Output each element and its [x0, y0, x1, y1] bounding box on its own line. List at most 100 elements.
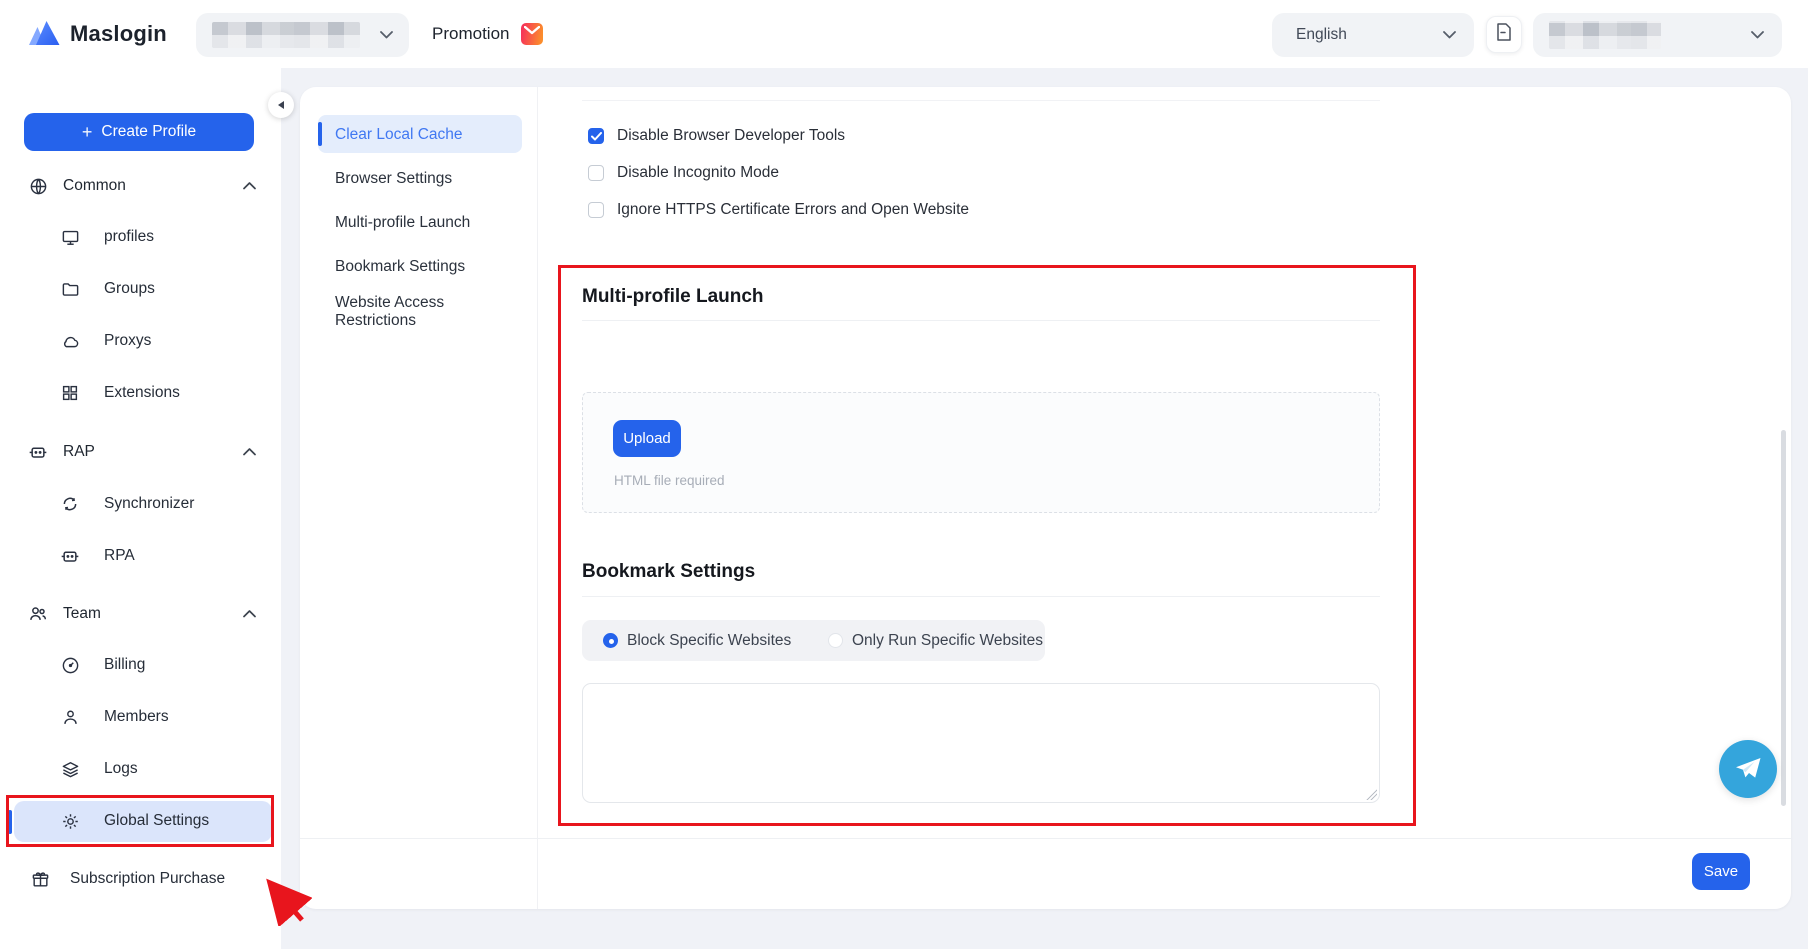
checkbox-label: Ignore HTTPS Certificate Errors and Open…	[617, 201, 970, 218]
sidebar-section-label: RAP	[63, 443, 95, 460]
sidebar-item-label: Logs	[104, 760, 138, 777]
gauge-icon	[60, 656, 80, 675]
telegram-plane-icon	[1736, 758, 1761, 778]
sidebar-item-label: Extensions	[104, 384, 180, 401]
document-button[interactable]	[1486, 16, 1522, 53]
chevron-down-icon	[380, 26, 393, 44]
sidebar: + Create Profile Common profiles Groups	[0, 68, 281, 949]
sidebar-item-label: RPA	[104, 547, 135, 564]
create-profile-button[interactable]: + Create Profile	[24, 113, 254, 151]
gift-icon	[30, 870, 50, 889]
sidebar-item-rpa[interactable]: RPA	[0, 538, 281, 574]
checkbox-row-ignore-https-errors[interactable]: Ignore HTTPS Certificate Errors and Open…	[588, 199, 969, 221]
radio-button[interactable]	[603, 633, 618, 648]
upload-hint-text: HTML file required	[614, 473, 725, 488]
users-icon	[28, 604, 48, 624]
sidebar-item-logs[interactable]: Logs	[0, 751, 281, 787]
sidebar-item-label: Global Settings	[104, 812, 210, 829]
workspace-selector[interactable]	[196, 13, 409, 57]
save-button[interactable]: Save	[1692, 853, 1750, 890]
checkbox[interactable]	[588, 128, 604, 144]
upload-button[interactable]: Upload	[613, 420, 681, 457]
settings-nav-website-access-restrictions[interactable]: Website Access Restrictions	[335, 294, 495, 331]
sidebar-item-profiles[interactable]: profiles	[0, 219, 281, 255]
blurred-account-name	[1549, 21, 1661, 49]
cloud-icon	[60, 332, 80, 351]
plus-icon: +	[81, 122, 93, 142]
sidebar-item-global-settings[interactable]: Global Settings	[0, 803, 281, 839]
radio-label: Block Specific Websites	[627, 631, 792, 649]
sidebar-item-members[interactable]: Members	[0, 699, 281, 735]
blocked-websites-field-wrap	[582, 683, 1380, 803]
settings-content: Disable Browser Developer Tools Disable …	[538, 87, 1791, 909]
app-screen: Maslogin Promotion English + Create Prof…	[0, 0, 1808, 949]
checkbox-label: Disable Incognito Mode	[617, 164, 779, 181]
checkbox[interactable]	[588, 165, 604, 181]
person-icon	[60, 708, 80, 727]
maslogin-logo-icon	[28, 18, 61, 51]
settings-nav-multi-profile-launch[interactable]: Multi-profile Launch	[335, 214, 470, 232]
promotion-label: Promotion	[432, 24, 510, 43]
sidebar-item-proxys[interactable]: Proxys	[0, 323, 281, 359]
chevron-down-icon	[1751, 26, 1764, 44]
sidebar-item-label: Members	[104, 708, 169, 725]
language-selected: English	[1296, 26, 1347, 43]
sidebar-section-team[interactable]: Team	[0, 596, 281, 632]
chevron-up-icon	[243, 443, 256, 461]
radio-option-block-specific-websites[interactable]: Block Specific Websites	[603, 620, 791, 661]
globe-icon	[28, 177, 48, 196]
promotion-link[interactable]: Promotion	[432, 0, 544, 68]
checkbox[interactable]	[588, 202, 604, 218]
language-selector[interactable]: English	[1272, 13, 1474, 57]
account-selector[interactable]	[1533, 13, 1782, 57]
top-header: Maslogin Promotion English	[0, 0, 1808, 68]
sidebar-section-label: Common	[63, 177, 126, 194]
sidebar-item-label: Synchronizer	[104, 495, 195, 512]
active-nav-indicator	[318, 122, 322, 146]
settings-nav-bookmark-settings[interactable]: Bookmark Settings	[335, 258, 465, 276]
checkbox-label: Disable Browser Developer Tools	[617, 127, 846, 144]
divider	[582, 320, 1380, 321]
chevron-down-icon	[1443, 26, 1456, 44]
sidebar-section-common[interactable]: Common	[0, 168, 281, 204]
gear-icon	[60, 812, 80, 831]
radio-button[interactable]	[828, 633, 843, 648]
section-title-multi-profile-launch: Multi-profile Launch	[582, 286, 764, 307]
grid-icon	[60, 384, 80, 402]
brand-name: Maslogin	[70, 21, 167, 46]
monitor-icon	[60, 228, 80, 247]
checkbox-row-disable-incognito[interactable]: Disable Incognito Mode	[588, 162, 779, 184]
sidebar-item-extensions[interactable]: Extensions	[0, 375, 281, 411]
sync-icon	[60, 495, 80, 513]
telegram-button[interactable]	[1719, 740, 1777, 798]
settings-nav-browser-settings[interactable]: Browser Settings	[335, 170, 452, 188]
website-filter-radio-group: Block Specific Websites Only Run Specifi…	[582, 620, 1045, 661]
radio-label: Only Run Specific Websites	[852, 631, 1043, 649]
promotion-envelope-icon	[521, 23, 544, 45]
sidebar-item-synchronizer[interactable]: Synchronizer	[0, 486, 281, 522]
bookmark-upload-dropzone: Upload HTML file required	[582, 392, 1380, 513]
sidebar-item-label: Subscription Purchase	[70, 870, 226, 887]
resize-grip[interactable]	[1365, 788, 1377, 800]
sidebar-item-label: profiles	[104, 228, 154, 245]
blocked-websites-textarea[interactable]	[582, 683, 1380, 803]
radio-option-only-run-specific-websites[interactable]: Only Run Specific Websites	[828, 620, 1043, 661]
sidebar-section-label: Team	[63, 605, 101, 622]
sidebar-collapse-button[interactable]	[268, 92, 294, 118]
sidebar-item-label: Groups	[104, 280, 155, 297]
divider	[582, 596, 1380, 597]
section-title-bookmark-settings: Bookmark Settings	[582, 561, 756, 582]
divider	[582, 100, 1380, 101]
scrollbar-thumb[interactable]	[1781, 430, 1786, 806]
sidebar-item-billing[interactable]: Billing	[0, 647, 281, 683]
document-icon	[1496, 23, 1512, 46]
sidebar-item-groups[interactable]: Groups	[0, 271, 281, 307]
robot-icon	[28, 442, 48, 462]
folder-icon	[60, 280, 80, 299]
sidebar-section-rap[interactable]: RAP	[0, 434, 281, 470]
checkbox-row-disable-devtools[interactable]: Disable Browser Developer Tools	[588, 125, 845, 147]
settings-nav-clear-local-cache[interactable]: Clear Local Cache	[335, 126, 463, 144]
sidebar-item-subscription-purchase[interactable]: Subscription Purchase	[0, 861, 281, 897]
settings-panel: Clear Local Cache Browser Settings Multi…	[300, 87, 1791, 909]
brand-logo[interactable]: Maslogin	[28, 0, 167, 68]
